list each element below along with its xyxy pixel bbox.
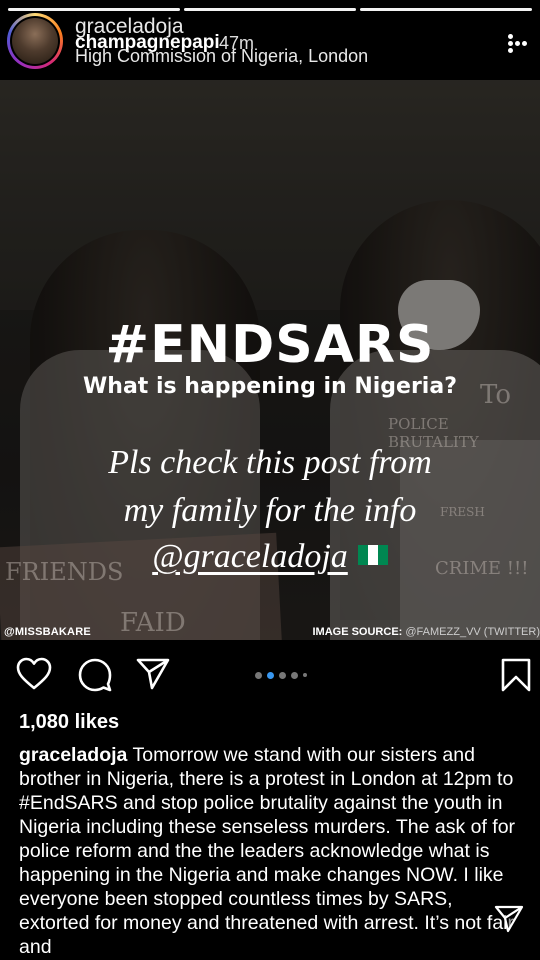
post-headline: #ENDSARS	[105, 315, 435, 375]
post-message-line: my family for the info	[123, 492, 417, 529]
sign-text: FAID	[120, 608, 186, 638]
carousel-dot	[279, 671, 286, 679]
likes-count[interactable]: 1,080 likes	[19, 711, 119, 734]
post-subheading: What is happening in Nigeria?	[83, 374, 457, 399]
story-progress-segment	[8, 8, 180, 11]
mention-link[interactable]: @graceladoja	[152, 538, 348, 575]
carousel-dot	[267, 671, 274, 679]
comment-icon[interactable]	[77, 657, 113, 693]
carousel-indicator	[255, 670, 307, 680]
shared-post-image[interactable]: To POLICE BRUTALITY FRESH CRIME !!! FRIE…	[0, 80, 540, 640]
carousel-dot	[303, 673, 307, 677]
caption-author[interactable]: graceladoja	[19, 744, 127, 766]
post-caption: graceladoja Tomorrow we stand with our s…	[19, 743, 524, 959]
post-mention-line: @graceladoja	[0, 535, 540, 579]
bookmark-icon[interactable]	[500, 657, 532, 693]
carousel-dot	[291, 671, 298, 679]
story-progress-bar	[8, 8, 532, 11]
avatar-photo	[12, 18, 58, 64]
post-message-line: Pls check this post from	[108, 444, 432, 481]
avatar[interactable]	[7, 13, 63, 69]
story-location[interactable]: High Commission of Nigeria, London	[75, 45, 368, 67]
photo-credit: @MISSBAKARE	[4, 626, 91, 638]
heart-icon[interactable]	[16, 657, 52, 691]
image-source-credit: IMAGE SOURCE: @FAMEZZ_VV (TWITTER)	[312, 626, 540, 638]
story-progress-segment	[184, 8, 356, 11]
nigeria-flag-icon	[357, 545, 388, 566]
more-options-icon[interactable]	[500, 30, 534, 56]
carousel-dot	[255, 671, 262, 679]
story-progress-segment	[360, 8, 532, 11]
caption-text: Tomorrow we stand with our sisters and b…	[19, 744, 516, 958]
send-message-icon[interactable]	[494, 904, 524, 934]
send-icon[interactable]	[135, 657, 171, 691]
